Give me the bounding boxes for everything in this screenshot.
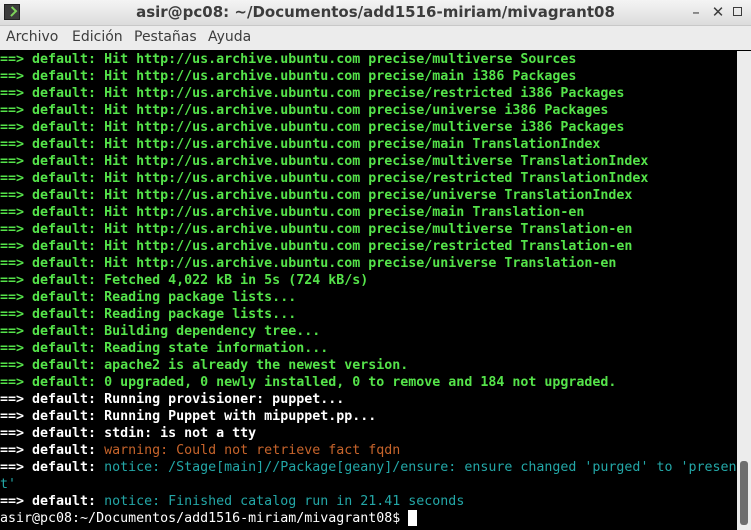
menu-bar: Archivo Edición Pestañas Ayuda bbox=[0, 26, 751, 50]
terminal-output[interactable]: ==> default: Hit http://us.archive.ubunt… bbox=[0, 51, 737, 530]
terminal-line: ==> default: notice: /Stage[main]//Packa… bbox=[0, 459, 737, 476]
terminal-line: ==> default: warning: Could not retrieve… bbox=[0, 442, 400, 459]
terminal-text: ==> default: Hit http://us.archive.ubunt… bbox=[0, 69, 577, 84]
terminal-text: ==> default: Fetched 4,022 kB in 5s (724… bbox=[0, 273, 369, 288]
terminal-text: ==> default: Building dependency tree... bbox=[0, 324, 321, 339]
maximize-icon[interactable] bbox=[729, 3, 747, 21]
terminal-line: ==> default: Running Puppet with mipuppe… bbox=[0, 408, 376, 425]
title-bar[interactable]: asir@pc08: ~/Documentos/add1516-miriam/m… bbox=[0, 0, 751, 26]
terminal-text: ==> default: Hit http://us.archive.ubunt… bbox=[0, 222, 633, 237]
terminal-text: ==> default: Hit http://us.archive.ubunt… bbox=[0, 154, 649, 169]
terminal-line: ==> default: Hit http://us.archive.ubunt… bbox=[0, 51, 576, 68]
terminal-line: ==> default: Hit http://us.archive.ubunt… bbox=[0, 170, 648, 187]
terminal-line: ==> default: Hit http://us.archive.ubunt… bbox=[0, 238, 632, 255]
terminal-line: ==> default: Running provisioner: puppet… bbox=[0, 391, 344, 408]
minimize-icon[interactable]: – bbox=[687, 3, 705, 21]
menu-pestanas[interactable]: Pestañas bbox=[134, 29, 197, 45]
terminal-text: ==> default: Hit http://us.archive.ubunt… bbox=[0, 205, 585, 220]
terminal-text: ==> default: Hit http://us.archive.ubunt… bbox=[0, 171, 649, 186]
terminal-line: ==> default: Hit http://us.archive.ubunt… bbox=[0, 204, 584, 221]
terminal-line: t' bbox=[0, 476, 16, 493]
terminal-text: notice: /Stage[main]//Package[geany]/ens… bbox=[104, 460, 737, 475]
terminal-text: ==> default: 0 upgraded, 0 newly install… bbox=[0, 375, 617, 390]
terminal-text: ==> default: Hit http://us.archive.ubunt… bbox=[0, 188, 633, 203]
menu-archivo[interactable]: Archivo bbox=[6, 29, 58, 45]
terminal-line: ==> default: Building dependency tree... bbox=[0, 323, 320, 340]
terminal-text: ==> default: apache2 is already the newe… bbox=[0, 358, 409, 373]
menu-edicion[interactable]: Edición bbox=[72, 29, 123, 45]
terminal-text: ==> default: Hit http://us.archive.ubunt… bbox=[0, 137, 601, 152]
terminal-text: ==> default: Hit http://us.archive.ubunt… bbox=[0, 52, 577, 67]
terminal-text: ==> default: Hit http://us.archive.ubunt… bbox=[0, 120, 625, 135]
terminal-line: ==> default: Reading state information..… bbox=[0, 340, 328, 357]
terminal-line: ==> default: Hit http://us.archive.ubunt… bbox=[0, 153, 648, 170]
terminal-line: ==> default: Hit http://us.archive.ubunt… bbox=[0, 68, 576, 85]
terminal-line: ==> default: Hit http://us.archive.ubunt… bbox=[0, 119, 624, 136]
terminal-text: ==> default: Reading package lists... bbox=[0, 290, 297, 305]
menu-ayuda[interactable]: Ayuda bbox=[208, 29, 251, 45]
scrollbar-thumb[interactable] bbox=[740, 461, 748, 525]
terminal-text: ==> default: bbox=[0, 460, 105, 475]
terminal-text: ==> default: stdin: is not a tty bbox=[0, 426, 257, 441]
terminal-line: ==> default: Hit http://us.archive.ubunt… bbox=[0, 136, 600, 153]
terminal-text: ==> default: Reading package lists... bbox=[0, 307, 297, 322]
terminal-text: warning: Could not retrieve fact fqdn bbox=[104, 443, 401, 458]
terminal-line: ==> default: apache2 is already the newe… bbox=[0, 357, 408, 374]
terminal-text: t' bbox=[0, 477, 17, 492]
terminal-line: ==> default: Hit http://us.archive.ubunt… bbox=[0, 102, 608, 119]
window-title: asir@pc08: ~/Documentos/add1516-miriam/m… bbox=[136, 3, 615, 21]
terminal-line: ==> default: Hit http://us.archive.ubunt… bbox=[0, 221, 632, 238]
terminal-text: ==> default: Running provisioner: puppet… bbox=[0, 392, 345, 407]
shell-prompt: asir@pc08:~/Documentos/add1516-miriam/mi… bbox=[0, 511, 401, 526]
terminal-text: ==> default: Reading state information..… bbox=[0, 341, 329, 356]
terminal-text: ==> default: Hit http://us.archive.ubunt… bbox=[0, 256, 617, 271]
text-cursor bbox=[408, 510, 418, 526]
terminal-line: ==> default: Hit http://us.archive.ubunt… bbox=[0, 187, 632, 204]
terminal-text: ==> default: Hit http://us.archive.ubunt… bbox=[0, 86, 625, 101]
vertical-scrollbar[interactable] bbox=[737, 51, 751, 530]
terminal-window: asir@pc08: ~/Documentos/add1516-miriam/m… bbox=[0, 0, 751, 530]
terminal-line: ==> default: stdin: is not a tty bbox=[0, 425, 256, 442]
terminal-line: ==> default: Reading package lists... bbox=[0, 289, 296, 306]
terminal-text: ==> default: Running Puppet with mipuppe… bbox=[0, 409, 377, 424]
close-icon[interactable]: ✕ bbox=[709, 3, 727, 21]
terminal-text: ==> default: bbox=[0, 443, 105, 458]
terminal-text: ==> default: Hit http://us.archive.ubunt… bbox=[0, 103, 609, 118]
terminal-text: ==> default: Hit http://us.archive.ubunt… bbox=[0, 239, 633, 254]
terminal-line: ==> default: 0 upgraded, 0 newly install… bbox=[0, 374, 616, 391]
terminal-text: notice: Finished catalog run in 21.41 se… bbox=[104, 494, 465, 509]
prompt-line[interactable]: asir@pc08:~/Documentos/add1516-miriam/mi… bbox=[0, 510, 418, 527]
terminal-line: ==> default: Fetched 4,022 kB in 5s (724… bbox=[0, 272, 368, 289]
terminal-line: ==> default: notice: Finished catalog ru… bbox=[0, 493, 464, 510]
terminal-line: ==> default: Hit http://us.archive.ubunt… bbox=[0, 85, 624, 102]
terminal-line: ==> default: Reading package lists... bbox=[0, 306, 296, 323]
terminal-text: ==> default: bbox=[0, 494, 105, 509]
terminal-line: ==> default: Hit http://us.archive.ubunt… bbox=[0, 255, 616, 272]
